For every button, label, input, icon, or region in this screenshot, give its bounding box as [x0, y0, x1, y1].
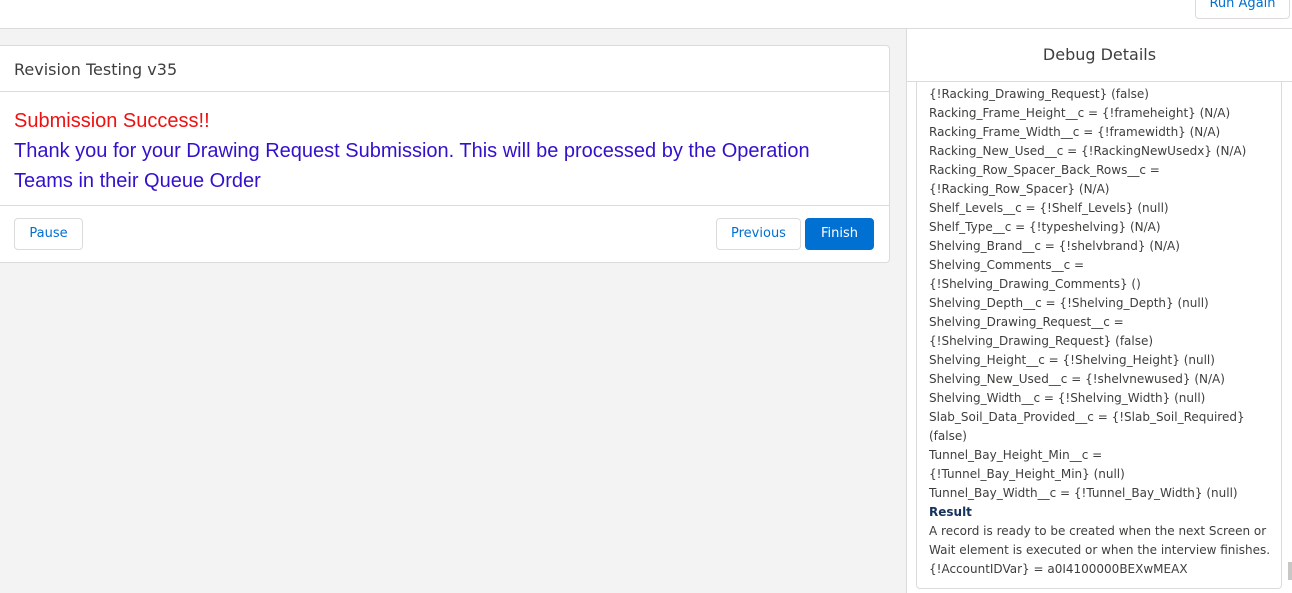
- debug-log-line: Tunnel_Bay_Height_Min__c =: [929, 448, 1103, 462]
- debug-log-line: {!Tunnel_Bay_Height_Min} (null): [929, 467, 1125, 481]
- debug-panel: Debug Details {!Racking_Drawing_Request}…: [906, 29, 1292, 593]
- debug-title: Debug Details: [907, 29, 1292, 82]
- debug-log-line: (false): [929, 429, 967, 443]
- debug-log-line: Shelving_Width__c = {!Shelving_Width} (n…: [929, 391, 1206, 405]
- previous-button[interactable]: Previous: [716, 218, 801, 250]
- debug-log-line: Shelf_Type__c = {!typeshelving} (N/A): [929, 220, 1161, 234]
- success-message: Submission Success!!: [14, 110, 210, 132]
- run-again-button[interactable]: Run Again: [1195, 0, 1290, 19]
- scrollbar-thumb[interactable]: [1288, 562, 1292, 580]
- debug-log-line: Shelf_Levels__c = {!Shelf_Levels} (null): [929, 201, 1169, 215]
- result-line: A record is ready to be created when the…: [929, 524, 1267, 538]
- debug-log-line: Shelving_Height__c = {!Shelving_Height} …: [929, 353, 1215, 367]
- result-line: Wait element is executed or when the int…: [929, 543, 1271, 557]
- debug-log-line: Racking_New_Used__c = {!RackingNewUsedx}…: [929, 144, 1247, 158]
- debug-log-line: Shelving_Brand__c = {!shelvbrand} (N/A): [929, 239, 1180, 253]
- debug-log-line: {!Racking_Row_Spacer} (N/A): [929, 182, 1110, 196]
- result-heading: Result: [929, 505, 972, 519]
- result-line: {!AccountIDVar} = a0I4100000BEXwMEAX: [929, 562, 1188, 576]
- debug-log-line: Racking_Frame_Height__c = {!frameheight}…: [929, 106, 1231, 120]
- flow-message-area: Submission Success!! Thank you for your …: [0, 92, 889, 206]
- debug-log[interactable]: {!Racking_Drawing_Request} (false) Rackin…: [916, 82, 1282, 589]
- pause-button[interactable]: Pause: [14, 218, 83, 250]
- debug-log-line: Racking_Frame_Width__c = {!framewidth} (…: [929, 125, 1221, 139]
- debug-log-line: {!Shelving_Drawing_Comments} (): [929, 277, 1141, 291]
- debug-log-line: {!Racking_Drawing_Request} (false): [929, 87, 1149, 101]
- debug-log-line: Shelving_New_Used__c = {!shelvnewused} (…: [929, 372, 1225, 386]
- thank-you-message: Thank you for your Drawing Request Submi…: [14, 140, 810, 192]
- finish-button[interactable]: Finish: [805, 218, 874, 250]
- flow-title: Revision Testing v35: [0, 46, 889, 92]
- debug-log-line: Slab_Soil_Data_Provided__c = {!Slab_Soil…: [929, 410, 1245, 424]
- top-bar: Run Again: [0, 0, 1292, 29]
- debug-log-line: {!Shelving_Drawing_Request} (false): [929, 334, 1154, 348]
- flow-footer: Pause Previous Finish: [0, 206, 889, 262]
- debug-log-line: Shelving_Comments__c =: [929, 258, 1085, 272]
- debug-log-line: Shelving_Depth__c = {!Shelving_Depth} (n…: [929, 296, 1209, 310]
- debug-log-line: Shelving_Drawing_Request__c =: [929, 315, 1124, 329]
- flow-screen-card: Revision Testing v35 Submission Success!…: [0, 45, 890, 263]
- debug-log-line: Tunnel_Bay_Width__c = {!Tunnel_Bay_Width…: [929, 486, 1238, 500]
- debug-log-line: Racking_Row_Spacer_Back_Rows__c =: [929, 163, 1160, 177]
